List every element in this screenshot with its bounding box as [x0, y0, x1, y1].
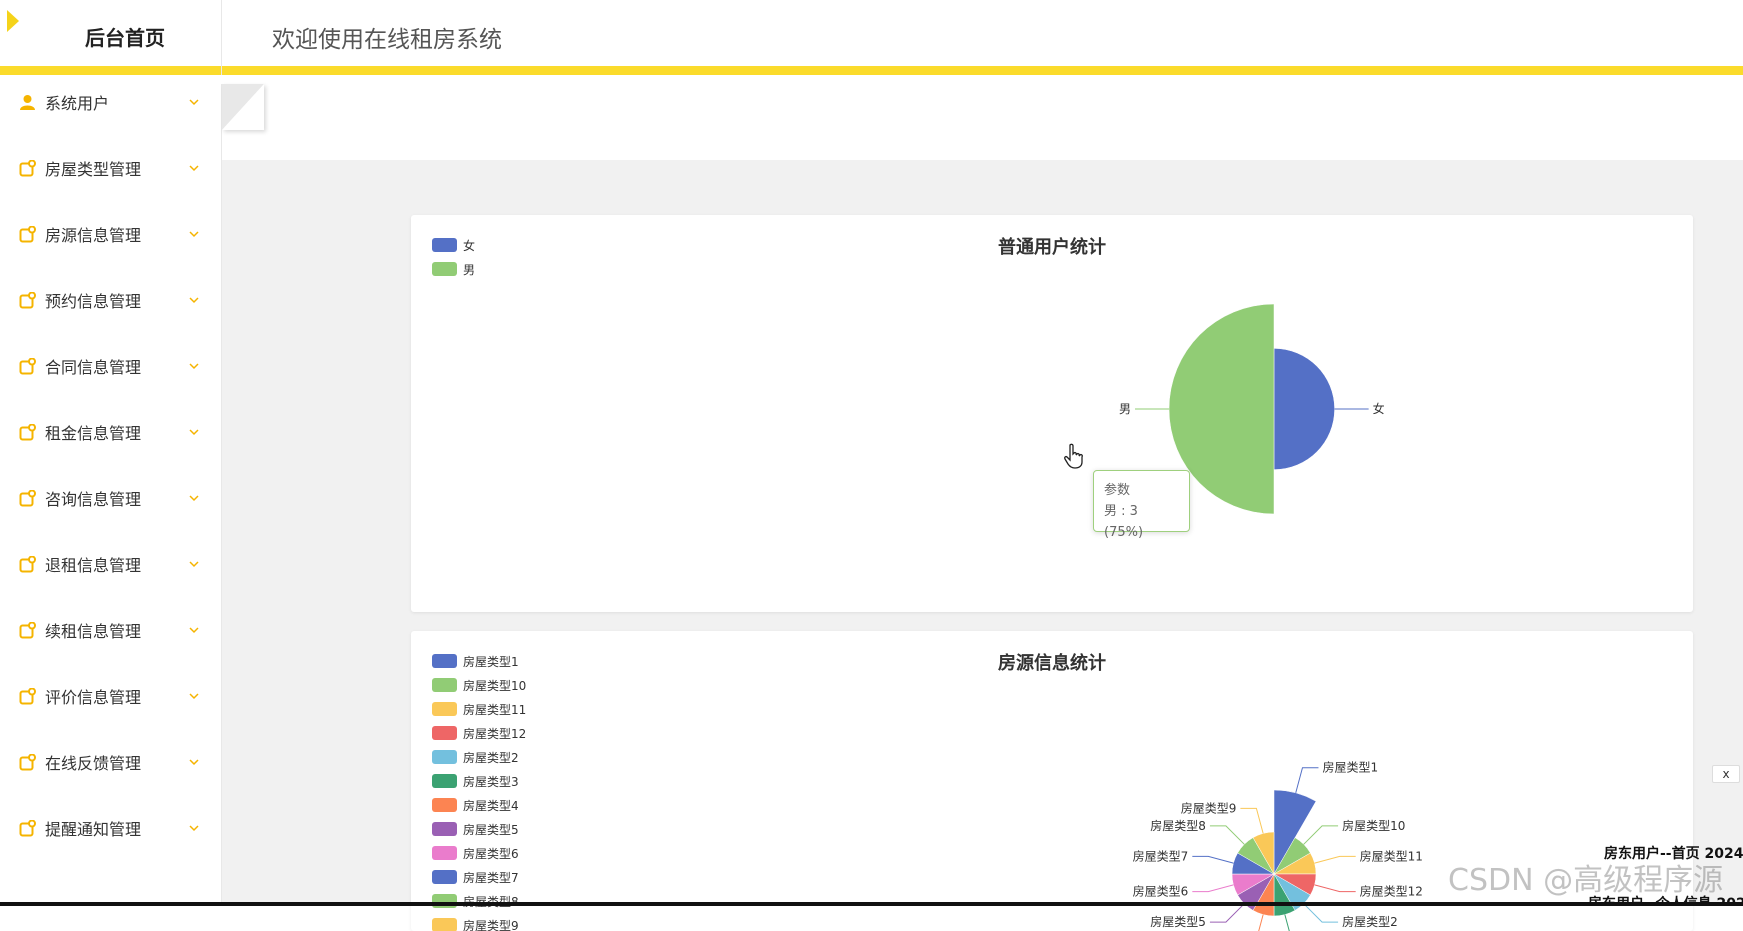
tab-bar: [222, 84, 1743, 160]
note-icon: [19, 490, 36, 507]
note-icon: [19, 160, 36, 177]
chevron-down-icon: [189, 295, 199, 305]
user-stats-card: 普通用户统计 女男 女男: [411, 215, 1693, 612]
label-line: [1240, 808, 1263, 833]
tab-corner-fold[interactable]: [222, 84, 264, 130]
slice-label: 房屋类型10: [1342, 818, 1405, 833]
chevron-down-icon: [189, 229, 199, 239]
hand-cursor-icon: [1063, 443, 1085, 469]
sidebar: 系统用户房屋类型管理房源信息管理预约信息管理合同信息管理租金信息管理咨询信息管理…: [0, 84, 222, 906]
chevron-down-icon: [189, 823, 199, 833]
slice-label: 房屋类型12: [1360, 884, 1423, 899]
sidebar-item-label: 预约信息管理: [45, 288, 141, 312]
note-icon: [19, 358, 36, 375]
user-pie-chart: 女男: [411, 215, 1693, 612]
slice-label: 房屋类型7: [1133, 848, 1189, 863]
bottom-bar: [0, 902, 1743, 906]
sidebar-item-label: 在线反馈管理: [45, 750, 141, 774]
note-icon: [19, 754, 36, 771]
chevron-down-icon: [189, 559, 199, 569]
welcome-text: 欢迎使用在线租房系统: [272, 20, 502, 54]
slice-label: 房屋类型9: [1181, 800, 1237, 815]
sidebar-item-label: 续租信息管理: [45, 618, 141, 642]
sidebar-item-label: 咨询信息管理: [45, 486, 141, 510]
label-line: [1304, 826, 1338, 844]
label-line: [1285, 915, 1308, 931]
label-line: [1240, 915, 1263, 931]
label-line: [1210, 826, 1244, 844]
slice-label: 房屋类型5: [1150, 914, 1206, 929]
sidebar-item-6[interactable]: 咨询信息管理: [0, 478, 222, 518]
chevron-down-icon: [189, 163, 199, 173]
sidebar-item-label: 房源信息管理: [45, 222, 141, 246]
slice-label: 房屋类型6: [1133, 884, 1189, 899]
ticker-line-1: 房东用户--首页 2024-: [1604, 843, 1743, 863]
chart-tooltip: 参数 男 : 3 (75%): [1093, 470, 1190, 532]
chevron-down-icon: [189, 691, 199, 701]
sidebar-item-9[interactable]: 评价信息管理: [0, 676, 222, 716]
tooltip-title: 参数: [1104, 480, 1179, 501]
chevron-down-icon: [189, 427, 199, 437]
note-icon: [19, 226, 36, 243]
chevron-down-icon: [189, 361, 199, 371]
slice-label: 男: [1119, 402, 1131, 416]
slice-label: 女: [1373, 401, 1385, 416]
slice-label: 房屋类型2: [1342, 914, 1398, 929]
sidebar-item-label: 评价信息管理: [45, 684, 141, 708]
label-line: [1296, 768, 1319, 793]
sidebar-item-2[interactable]: 房源信息管理: [0, 214, 222, 254]
note-icon: [19, 424, 36, 441]
chevron-down-icon: [189, 625, 199, 635]
label-line: [1304, 904, 1338, 922]
slice-label: 房屋类型11: [1360, 848, 1423, 863]
sidebar-item-11[interactable]: 提醒通知管理: [0, 808, 222, 848]
tooltip-value: 男 : 3 (75%): [1104, 501, 1179, 543]
sidebar-item-label: 租金信息管理: [45, 420, 141, 444]
note-icon: [19, 820, 36, 837]
label-line: [1315, 856, 1356, 863]
label-line: [1315, 885, 1356, 892]
sidebar-item-10[interactable]: 在线反馈管理: [0, 742, 222, 782]
main-content: 普通用户统计 女男 女男 房源信息统计 房屋类型1房屋类型10房屋类型11房屋类…: [222, 84, 1743, 906]
note-icon: [19, 688, 36, 705]
sidebar-item-label: 系统用户: [45, 90, 109, 114]
top-header: 后台首页 欢迎使用在线租房系统: [0, 0, 1743, 75]
label-line: [1192, 856, 1233, 863]
label-line: [1192, 885, 1233, 892]
sidebar-item-label: 退租信息管理: [45, 552, 141, 576]
sidebar-item-3[interactable]: 预约信息管理: [0, 280, 222, 320]
note-icon: [19, 622, 36, 639]
brand-area: 后台首页: [0, 0, 222, 75]
sidebar-item-1[interactable]: 房屋类型管理: [0, 148, 222, 188]
sidebar-item-label: 提醒通知管理: [45, 816, 141, 840]
chevron-down-icon: [189, 493, 199, 503]
sidebar-item-8[interactable]: 续租信息管理: [0, 610, 222, 650]
slice-label: 房屋类型8: [1150, 818, 1206, 833]
close-button[interactable]: x: [1712, 765, 1740, 783]
pie-slice: [1274, 348, 1335, 469]
label-line: [1210, 904, 1244, 922]
note-icon: [19, 292, 36, 309]
sidebar-item-7[interactable]: 退租信息管理: [0, 544, 222, 584]
user-icon: [19, 94, 36, 111]
sidebar-item-4[interactable]: 合同信息管理: [0, 346, 222, 386]
slice-label: 房屋类型1: [1322, 760, 1378, 775]
sidebar-item-label: 房屋类型管理: [45, 156, 141, 180]
page-fold-icon: [222, 84, 264, 130]
note-icon: [19, 556, 36, 573]
chevron-down-icon: [189, 97, 199, 107]
chevron-down-icon: [189, 757, 199, 767]
sidebar-item-label: 合同信息管理: [45, 354, 141, 378]
sidebar-item-5[interactable]: 租金信息管理: [0, 412, 222, 452]
sidebar-item-0[interactable]: 系统用户: [0, 82, 222, 122]
brand-title[interactable]: 后台首页: [0, 22, 250, 51]
